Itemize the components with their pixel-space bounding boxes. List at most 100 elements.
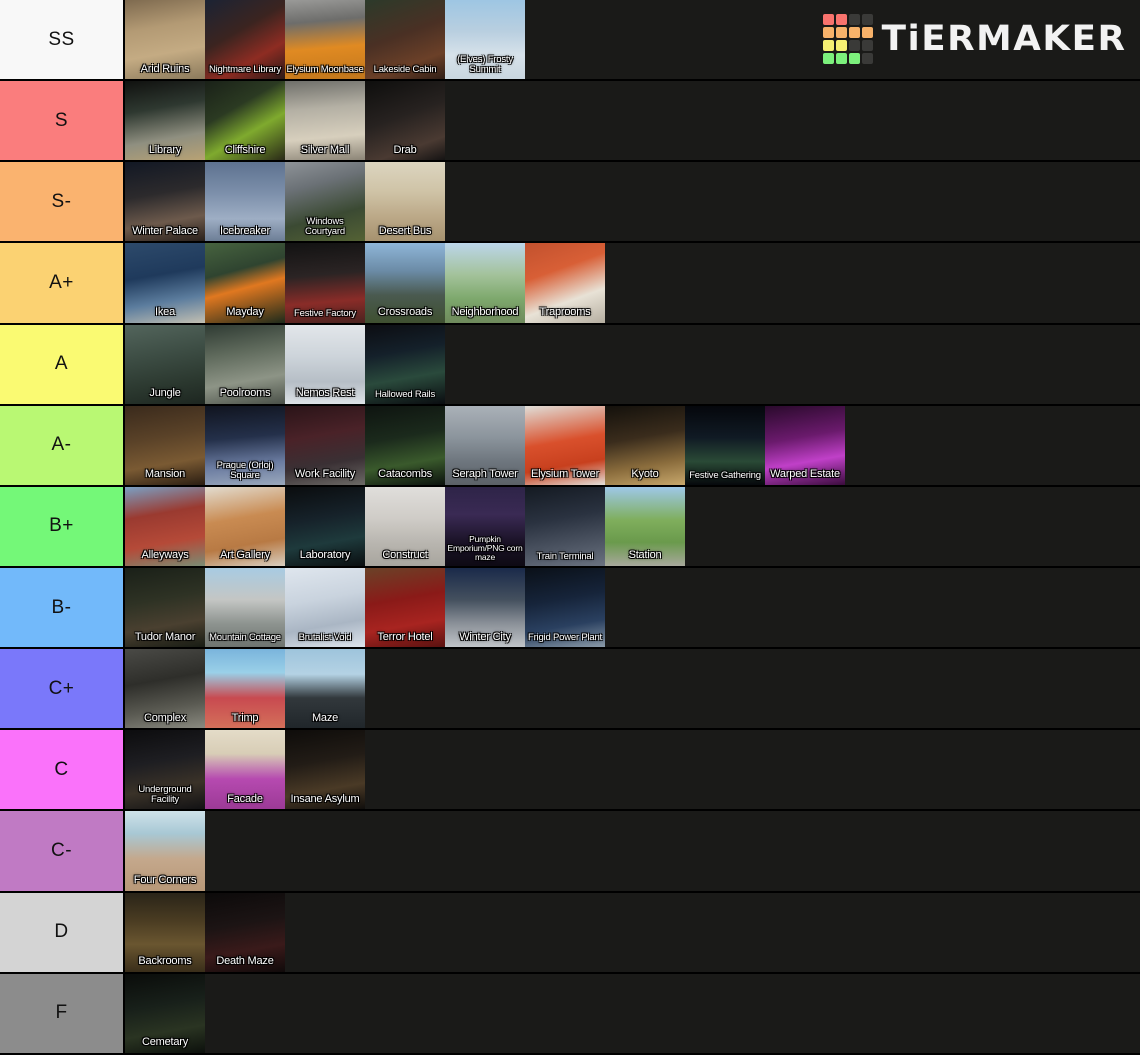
- tier-item-crossroads[interactable]: Crossroads: [365, 243, 445, 323]
- logo-swatch-1-1: [835, 27, 847, 38]
- tier-item-pumpkin-emporium-png-corn-maze[interactable]: Pumpkin Emporium/PNG corn maze: [445, 486, 525, 566]
- tier-item-work-facility[interactable]: Work Facility: [285, 405, 365, 485]
- tier-label-b[interactable]: B+: [0, 486, 125, 566]
- tier-item-prague-orloj-square[interactable]: Prague (Orloj) Square: [205, 405, 285, 485]
- tier-item-poolrooms[interactable]: Poolrooms: [205, 324, 285, 404]
- tier-label-s[interactable]: S: [0, 81, 125, 161]
- tier-row-s: S Library Cliffshire Silver Mall Drab: [0, 81, 1140, 163]
- tier-item-drab[interactable]: Drab: [365, 81, 445, 161]
- tier-item-neighborhood[interactable]: Neighborhood: [445, 243, 525, 323]
- tier-item-jungle[interactable]: Jungle: [125, 324, 205, 404]
- tier-label-c[interactable]: C-: [0, 811, 125, 891]
- tier-item-underground-facility[interactable]: Underground Facility: [125, 730, 205, 810]
- tier-item-construct[interactable]: Construct: [365, 486, 445, 566]
- tier-item-death-maze[interactable]: Death Maze: [205, 892, 285, 972]
- tier-item-icebreaker[interactable]: Icebreaker: [205, 162, 285, 242]
- tier-label-c[interactable]: C+: [0, 649, 125, 729]
- tier-label-c[interactable]: C: [0, 730, 125, 810]
- tier-items-c[interactable]: Four Corners: [125, 811, 1140, 891]
- tier-item-arid-ruins[interactable]: Arid Ruins: [125, 0, 205, 80]
- tier-item-trimp[interactable]: Trimp: [205, 649, 285, 729]
- tier-label-a[interactable]: A+: [0, 243, 125, 323]
- tier-item-silver-mall[interactable]: Silver Mall: [285, 81, 365, 161]
- tier-item-label: Jungle: [149, 387, 181, 400]
- tier-item-facade[interactable]: Facade: [205, 730, 285, 810]
- tier-item-complex[interactable]: Complex: [125, 649, 205, 729]
- tier-items-d[interactable]: Backrooms Death Maze: [125, 892, 1140, 972]
- tier-item-frigid-power-plant[interactable]: Frigid Power Plant: [525, 567, 605, 648]
- tier-item-cliffshire[interactable]: Cliffshire: [205, 81, 285, 161]
- tier-item-station[interactable]: Station: [605, 486, 685, 566]
- tier-label-ss[interactable]: SS: [0, 0, 125, 80]
- tier-item-tudor-manor[interactable]: Tudor Manor: [125, 567, 205, 648]
- tier-item-terror-hotel[interactable]: Terror Hotel: [365, 567, 445, 648]
- tier-item-backrooms[interactable]: Backrooms: [125, 892, 205, 972]
- tier-item-mansion[interactable]: Mansion: [125, 405, 205, 485]
- tier-item-mayday[interactable]: Mayday: [205, 243, 285, 323]
- tier-item-label: Alleyways: [141, 549, 189, 562]
- tier-row-f: F Cemetary: [0, 973, 1140, 1055]
- tier-item-four-corners[interactable]: Four Corners: [125, 811, 205, 891]
- tier-items-s[interactable]: Winter Palace Icebreaker Windows Courtyard…: [125, 162, 1140, 242]
- tier-label-s[interactable]: S-: [0, 162, 125, 242]
- tier-item-seraph-tower[interactable]: Seraph Tower: [445, 405, 525, 485]
- tier-item-label: Maze: [311, 711, 339, 724]
- tier-item-hallowed-rails[interactable]: Hallowed Rails: [365, 324, 445, 404]
- tier-item-art-gallery[interactable]: Art Gallery: [205, 486, 285, 566]
- tier-item-label: Cliffshire: [224, 143, 266, 156]
- tier-label-a[interactable]: A: [0, 324, 125, 404]
- tier-item-ikea[interactable]: Ikea: [125, 243, 205, 323]
- tier-item-label: Neighborhood: [451, 306, 519, 319]
- tier-items-c[interactable]: Underground Facility Facade Insane Asylum: [125, 730, 1140, 810]
- tier-item-laboratory[interactable]: Laboratory: [285, 486, 365, 566]
- tier-item-nightmare-library[interactable]: Nightmare Library: [205, 0, 285, 80]
- tier-items-s[interactable]: Library Cliffshire Silver Mall Drab: [125, 81, 1140, 161]
- tier-label-d[interactable]: D: [0, 892, 125, 972]
- tier-items-b[interactable]: Alleyways Art Gallery Laboratory Construct P…: [125, 486, 1140, 566]
- tier-item-winter-city[interactable]: Winter City: [445, 567, 525, 648]
- tier-item-desert-bus[interactable]: Desert Bus: [365, 162, 445, 242]
- tier-item-elysium-moonbase[interactable]: Elysium Moonbase: [285, 0, 365, 80]
- tier-item-label: Facade: [227, 792, 263, 805]
- tier-item-label: Poolrooms: [219, 387, 271, 400]
- tier-item-label: Prague (Orloj) Square: [216, 459, 274, 481]
- tier-item-alleyways[interactable]: Alleyways: [125, 486, 205, 566]
- tier-items-c[interactable]: Complex Trimp Maze: [125, 649, 1140, 729]
- tier-label-b[interactable]: B-: [0, 567, 125, 648]
- logo-swatch-3-3: [861, 53, 873, 64]
- tier-item-elves-frosty-summit[interactable]: (Elves) Frosty Summit: [445, 0, 525, 80]
- tier-item-nemos-rest[interactable]: Nemos Rest: [285, 324, 365, 404]
- tier-items-a[interactable]: Ikea Mayday Festive Factory Crossroads Neigh…: [125, 243, 1140, 323]
- tier-item-winter-palace[interactable]: Winter Palace: [125, 162, 205, 242]
- tier-item-library[interactable]: Library: [125, 81, 205, 161]
- tier-item-maze[interactable]: Maze: [285, 649, 365, 729]
- tier-items-f[interactable]: Cemetary: [125, 973, 1140, 1053]
- tier-item-lakeside-cabin[interactable]: Lakeside Cabin: [365, 0, 445, 80]
- tier-items-a[interactable]: Jungle Poolrooms Nemos Rest Hallowed Rails: [125, 324, 1140, 404]
- tier-item-warped-estate[interactable]: Warped Estate: [765, 405, 845, 485]
- logo-swatch-0-1: [835, 14, 847, 25]
- tier-item-festive-gathering[interactable]: Festive Gathering: [685, 405, 765, 485]
- tier-item-label: Winter Palace: [132, 224, 198, 237]
- tier-item-catacombs[interactable]: Catacombs: [365, 405, 445, 485]
- tier-item-kyoto[interactable]: Kyoto: [605, 405, 685, 485]
- tier-row-b: B+ Alleyways Art Gallery Laboratory Construc…: [0, 486, 1140, 568]
- tier-item-traprooms[interactable]: Traprooms: [525, 243, 605, 323]
- tier-item-label: Festive Gathering: [689, 469, 761, 481]
- tier-item-windows-courtyard[interactable]: Windows Courtyard: [285, 162, 365, 242]
- tier-item-elysium-tower[interactable]: Elysium Tower: [525, 405, 605, 485]
- tier-item-train-terminal[interactable]: Train Terminal: [525, 486, 605, 566]
- tier-item-mountain-cottage[interactable]: Mountain Cottage: [205, 567, 285, 648]
- tier-item-label: Nemos Rest: [295, 387, 355, 400]
- tier-item-festive-factory[interactable]: Festive Factory: [285, 243, 365, 323]
- tiermaker-logo[interactable]: TiERMAKER: [822, 14, 1125, 64]
- tier-items-a[interactable]: Mansion Prague (Orloj) Square Work Facilit…: [125, 405, 1140, 485]
- tier-item-label: Arid Ruins: [140, 62, 190, 75]
- tier-items-b[interactable]: Tudor Manor Mountain Cottage Brutalist Voi…: [125, 567, 1140, 648]
- tier-item-insane-asylum[interactable]: Insane Asylum: [285, 730, 365, 810]
- tier-label-a[interactable]: A-: [0, 405, 125, 485]
- tier-label-f[interactable]: F: [0, 973, 125, 1053]
- tier-item-brutalist-void[interactable]: Brutalist Void: [285, 567, 365, 648]
- tier-item-cemetary[interactable]: Cemetary: [125, 973, 205, 1053]
- tier-item-label: Tudor Manor: [134, 630, 196, 643]
